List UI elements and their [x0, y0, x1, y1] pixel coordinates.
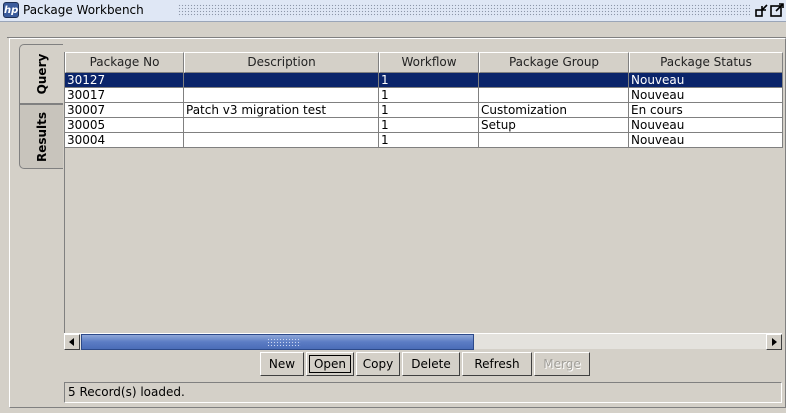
cell-workflow: 1	[379, 103, 479, 118]
table-header: Package No Description Workflow Package …	[65, 52, 783, 73]
tab-query[interactable]: Query	[19, 44, 63, 104]
cell-package-no: 30127	[65, 73, 184, 88]
tab-query-label: Query	[34, 53, 49, 95]
cell-workflow: 1	[379, 88, 479, 103]
table-row[interactable]: 30004 1 Nouveau	[65, 133, 783, 148]
horizontal-scrollbar[interactable]	[64, 333, 782, 350]
cell-package-group	[479, 88, 629, 103]
column-header-package-no[interactable]: Package No	[65, 52, 184, 73]
cell-package-no: 30007	[65, 103, 184, 118]
restore-icon[interactable]	[755, 3, 769, 17]
cell-package-status: En cours	[629, 103, 783, 118]
cell-package-no: 30004	[65, 133, 184, 148]
scroll-right-arrow-icon	[772, 338, 777, 346]
title-bar: hp Package Workbench	[0, 0, 786, 22]
cell-package-status: Nouveau	[629, 118, 783, 133]
table-row[interactable]: 30005 1 Setup Nouveau	[65, 118, 783, 133]
cell-package-status: Nouveau	[629, 133, 783, 148]
scroll-left-arrow-icon	[69, 338, 74, 346]
results-table: Package No Description Workflow Package …	[64, 52, 783, 333]
status-bar: 5 Record(s) loaded.	[64, 382, 782, 403]
title-bar-texture	[178, 4, 750, 17]
cell-package-group: Customization	[479, 103, 629, 118]
merge-button: Merge	[534, 352, 590, 376]
cell-description	[184, 133, 379, 148]
window-title: Package Workbench	[23, 3, 144, 17]
column-header-workflow[interactable]: Workflow	[379, 52, 479, 73]
cell-description	[184, 118, 379, 133]
refresh-button[interactable]: Refresh	[462, 352, 532, 376]
table-row[interactable]: 30127 1 Nouveau	[65, 73, 783, 88]
cell-workflow: 1	[379, 73, 479, 88]
cell-package-status: Nouveau	[629, 73, 783, 88]
cell-package-no: 30017	[65, 88, 184, 103]
scroll-thumb[interactable]	[81, 334, 474, 350]
tab-results-label: Results	[34, 111, 49, 162]
cell-package-group: Setup	[479, 118, 629, 133]
scroll-left-button[interactable]	[64, 334, 80, 350]
copy-button[interactable]: Copy	[356, 352, 400, 376]
hp-logo-icon: hp	[3, 2, 19, 18]
table-row[interactable]: 30017 1 Nouveau	[65, 88, 783, 103]
new-button[interactable]: New	[260, 352, 304, 376]
table-row[interactable]: 30007 Patch v3 migration test 1 Customiz…	[65, 103, 783, 118]
column-header-package-group[interactable]: Package Group	[479, 52, 629, 73]
cell-package-group	[479, 133, 629, 148]
cell-workflow: 1	[379, 118, 479, 133]
cell-description: Patch v3 migration test	[184, 103, 379, 118]
scroll-thumb-grip	[267, 338, 301, 346]
tab-results[interactable]: Results	[19, 104, 63, 169]
cell-package-status: Nouveau	[629, 88, 783, 103]
delete-button[interactable]: Delete	[402, 352, 460, 376]
open-button[interactable]: Open	[306, 352, 354, 376]
cell-description	[184, 88, 379, 103]
maximize-icon[interactable]	[770, 3, 784, 17]
cell-description	[184, 73, 379, 88]
cell-package-group	[479, 73, 629, 88]
scroll-right-button[interactable]	[766, 334, 782, 350]
column-header-package-status[interactable]: Package Status	[629, 52, 783, 73]
column-header-description[interactable]: Description	[184, 52, 379, 73]
cell-package-no: 30005	[65, 118, 184, 133]
cell-workflow: 1	[379, 133, 479, 148]
